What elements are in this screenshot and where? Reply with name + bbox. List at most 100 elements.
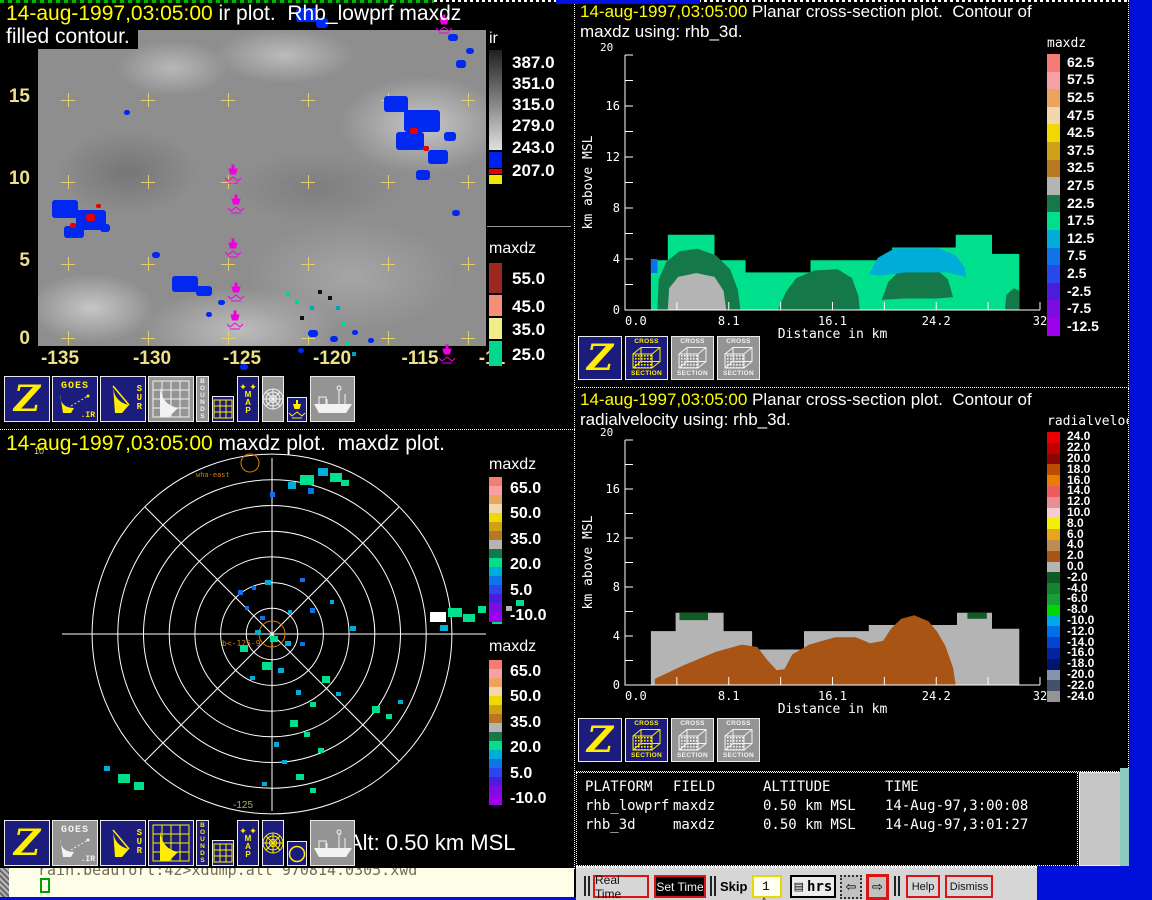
radar-antenna-icon	[111, 826, 135, 860]
range-rings-button[interactable]	[262, 376, 284, 422]
grip-handle[interactable]	[584, 876, 586, 896]
range-rings-button[interactable]	[262, 820, 284, 866]
xs1-time: 14-aug-1997,03:05:00	[580, 2, 747, 21]
ship-icon	[312, 383, 354, 415]
grip-handle[interactable]	[894, 876, 896, 896]
colorbar-tick-label: 351.0	[512, 74, 555, 94]
grid-button[interactable]	[212, 396, 234, 422]
cross-section-button[interactable]: CROSSSECTION	[717, 718, 760, 762]
skip-input[interactable]	[752, 875, 782, 898]
zeb-logo-button[interactable]: Z	[4, 820, 50, 866]
colorbar-tick-label: 27.5	[1067, 177, 1094, 193]
buoy-icon	[288, 399, 306, 421]
colorbar-tick-label: 55.0	[512, 269, 545, 289]
ship-button[interactable]	[310, 376, 355, 422]
colorbar-segment	[1047, 212, 1060, 230]
colorbar-tick-label: 5.0	[510, 765, 532, 783]
cross-section-button[interactable]: CROSSSECTION	[625, 718, 668, 762]
colorbar-title: maxdz	[489, 456, 536, 474]
ppi-panel-time: 14-aug-1997,03:05:00	[6, 432, 213, 455]
range-rings-icon	[262, 388, 284, 410]
ppi-colorbars: maxdz65.050.035.020.05.0-10.0maxdz65.050…	[0, 430, 574, 869]
radar-grid-button[interactable]	[148, 820, 194, 866]
cross-section-button[interactable]: CROSSSECTION	[625, 336, 668, 380]
status-column-header: PLATFORM	[585, 779, 652, 795]
colorbar-segment	[1047, 248, 1060, 266]
bounds-button[interactable]: BOUNDS	[196, 820, 209, 866]
colorbar-tick-label: 50.0	[510, 688, 541, 706]
step-back-button[interactable]: ⇦	[840, 875, 862, 899]
bounds-button[interactable]: BOUNDS	[196, 376, 209, 422]
xs2-colorbar: radialvelocity24.022.020.018.016.014.012…	[576, 388, 1128, 771]
grip-handle[interactable]	[714, 876, 716, 896]
colorbar-tick-label: 20.0	[510, 739, 541, 757]
circle-button[interactable]	[287, 841, 307, 866]
status-cell: 14-Aug-97,3:00:08	[885, 798, 1028, 814]
zeb-logo-button[interactable]: Z	[578, 336, 622, 380]
cross-section-button[interactable]: CROSSSECTION	[671, 336, 714, 380]
grip-handle[interactable]	[710, 876, 712, 896]
goes-ir-button[interactable]: GOES.IR	[52, 376, 98, 422]
colorbar-segment	[1047, 142, 1060, 160]
cross-section-button[interactable]: CROSSSECTION	[671, 718, 714, 762]
colorbar-tick-label: 22.5	[1067, 195, 1094, 211]
platform-status-window: PLATFORMFIELDALTITUDETIMErhb_lowprfmaxdz…	[576, 772, 1078, 866]
zeb-logo-icon: Z	[7, 379, 47, 419]
cross-section-cube-icon	[721, 728, 757, 752]
cross-section-button[interactable]: CROSSSECTION	[717, 336, 760, 380]
set-time-button[interactable]: Set Time	[654, 875, 706, 898]
grip-handle[interactable]	[898, 876, 900, 896]
xs1-title-text: Planar cross-section plot. Contour of	[747, 2, 1031, 21]
colorbar-segment	[1047, 464, 1060, 475]
units-menu-button[interactable]: ▤hrs	[790, 875, 836, 898]
dismiss-button[interactable]: Dismiss	[945, 875, 993, 898]
xs2-time: 14-aug-1997,03:05:00	[580, 390, 747, 409]
ship-button[interactable]	[310, 820, 355, 866]
status-column-header: FIELD	[673, 779, 715, 795]
real-time-button[interactable]: Real Time	[593, 875, 649, 898]
colorbar-segment	[1047, 680, 1060, 691]
colorbar-segment	[489, 318, 502, 339]
cross-section-maxdz-window: 14-aug-1997,03:05:00 Planar cross-sectio…	[576, 0, 1129, 388]
range-rings-icon	[262, 832, 284, 854]
xterm-window[interactable]: rain.beaufort:42>xdump.all 970814.0305.x…	[0, 868, 574, 897]
map-button[interactable]: ✦ ✦MAP	[237, 820, 259, 866]
colorbar-segment	[1047, 670, 1060, 681]
colorbar-tick-label: 45.0	[512, 297, 545, 317]
colorbar-segment	[1047, 265, 1060, 283]
colorbar-tick-label: -7.5	[1067, 300, 1091, 316]
colorbar-tick-label: 25.0	[512, 345, 545, 365]
colorbar-tick-label: 12.5	[1067, 230, 1094, 246]
radar-surveillance-button[interactable]: SUR	[100, 376, 146, 422]
skip-label: Skip	[720, 879, 747, 894]
colorbar-tick-label: 35.0	[510, 531, 541, 549]
divider	[487, 226, 571, 227]
colorbar-title: maxdz	[489, 240, 536, 258]
svg-text:Z: Z	[585, 720, 615, 760]
colorbar-tick-label: 7.5	[1067, 247, 1086, 263]
status-scrollbar[interactable]	[1079, 772, 1121, 866]
grid-button[interactable]	[212, 840, 234, 866]
radar-surveillance-button[interactable]: SUR	[100, 820, 146, 866]
grip-handle[interactable]	[588, 876, 590, 896]
colorbar-tick-label: -24.0	[1067, 689, 1094, 703]
maxdz-ppi-window: 14-aug-1997,03:05:00 maxdz plot. maxdz p…	[0, 429, 575, 869]
ir-colorbar-red	[489, 169, 502, 174]
radar-grid-button[interactable]	[148, 376, 194, 422]
colorbar-tick-label: 20.0	[510, 556, 541, 574]
colorbar-segment	[1047, 230, 1060, 248]
colorbar-segment	[1047, 89, 1060, 107]
colorbar-segment	[1047, 616, 1060, 627]
zeb-logo-button[interactable]: Z	[4, 376, 50, 422]
colorbar-title: ir	[489, 30, 498, 48]
colorbar-segment	[1047, 72, 1060, 90]
step-forward-button[interactable]: ⇨	[866, 874, 889, 900]
help-button[interactable]: Help	[906, 875, 940, 898]
buoy-button[interactable]	[287, 397, 307, 422]
goes-ir-button[interactable]: GOES.IR	[52, 820, 98, 866]
colorbar-tick-label: 35.0	[512, 320, 545, 340]
colorbar-segment	[1047, 518, 1060, 529]
map-button[interactable]: ✦ ✦MAP	[237, 376, 259, 422]
colorbar-segment	[489, 295, 502, 316]
zeb-logo-button[interactable]: Z	[578, 718, 622, 762]
